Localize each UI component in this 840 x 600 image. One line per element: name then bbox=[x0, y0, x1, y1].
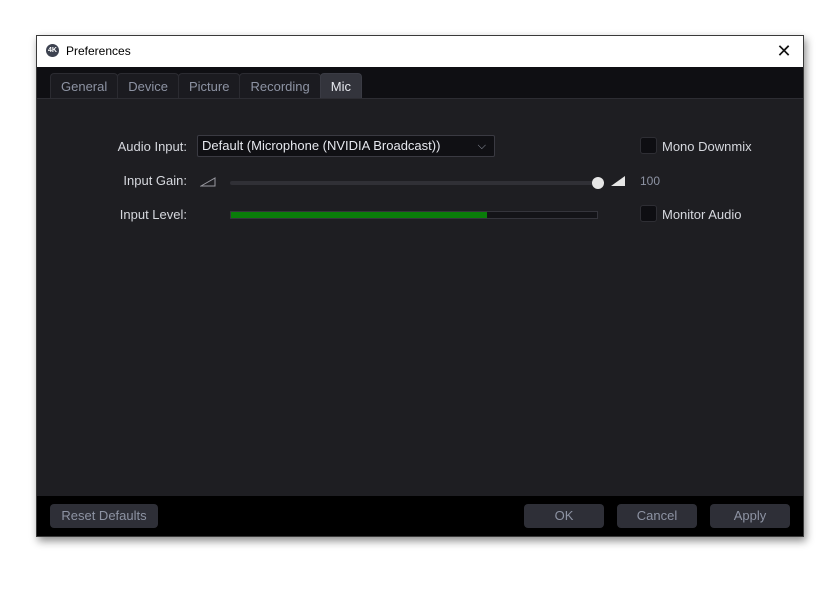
audio-input-label: Audio Input: bbox=[117, 139, 187, 154]
tab-recording[interactable]: Recording bbox=[239, 73, 321, 98]
tab-device[interactable]: Device bbox=[117, 73, 179, 98]
ok-button[interactable]: OK bbox=[524, 504, 604, 528]
input-level-meter bbox=[230, 211, 598, 219]
window-title: Preferences bbox=[66, 44, 131, 58]
title-bar: 4K Preferences ✕ bbox=[37, 36, 803, 67]
reset-defaults-button[interactable]: Reset Defaults bbox=[50, 504, 158, 528]
input-gain-value: 100 bbox=[640, 174, 661, 188]
preferences-dialog: 4K Preferences ✕ General Device Picture … bbox=[36, 35, 804, 537]
tab-general[interactable]: General bbox=[50, 73, 119, 98]
input-gain-slider-handle[interactable] bbox=[592, 177, 604, 189]
dialog-footer: Reset Defaults OK Cancel Apply bbox=[37, 496, 803, 536]
input-gain-slider[interactable] bbox=[230, 177, 604, 189]
input-level-label: Input Level: bbox=[119, 207, 187, 222]
apply-button[interactable]: Apply bbox=[710, 504, 790, 528]
cancel-button[interactable]: Cancel bbox=[617, 504, 697, 528]
mic-settings-panel: Audio Input: Default (Microphone (NVIDIA… bbox=[37, 98, 803, 499]
monitor-audio-checkbox[interactable] bbox=[640, 205, 657, 222]
app-logo-icon: 4K bbox=[46, 44, 59, 57]
monitor-audio-label[interactable]: Monitor Audio bbox=[662, 207, 742, 222]
volume-high-icon bbox=[611, 176, 625, 186]
chevron-down-icon: ⌵ bbox=[477, 140, 486, 152]
audio-input-value: Default (Microphone (NVIDIA Broadcast)) bbox=[202, 138, 441, 153]
mono-downmix-checkbox[interactable] bbox=[640, 137, 657, 154]
mono-downmix-label[interactable]: Mono Downmix bbox=[662, 139, 752, 154]
volume-low-icon bbox=[200, 177, 216, 187]
input-level-fill bbox=[231, 212, 488, 218]
tab-bar: General Device Picture Recording Mic bbox=[37, 67, 803, 98]
input-gain-label: Input Gain: bbox=[123, 173, 187, 188]
tab-picture[interactable]: Picture bbox=[178, 73, 241, 98]
close-icon[interactable]: ✕ bbox=[773, 40, 795, 62]
audio-input-select[interactable]: Default (Microphone (NVIDIA Broadcast)) … bbox=[197, 135, 495, 157]
tab-mic[interactable]: Mic bbox=[319, 73, 362, 98]
